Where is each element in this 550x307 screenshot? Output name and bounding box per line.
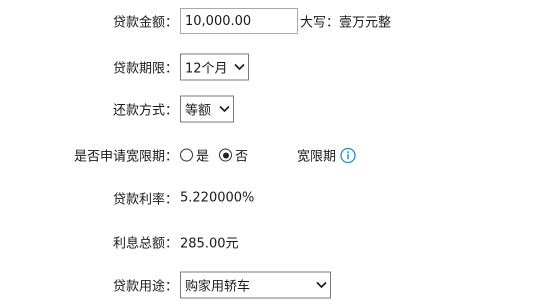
loan-purpose-select[interactable]: 购家用轿车 [180, 271, 331, 299]
grace-period-no-label: 否 [235, 149, 249, 165]
grace-period-info-label: 宽限期 [297, 149, 337, 165]
loan-amount-row: 贷款金额： 大写：壹万元整 [0, 7, 550, 35]
repayment-method-label: 还款方式： [112, 103, 178, 119]
loan-purpose-value: 购家用轿车 [185, 279, 251, 295]
radio-unchecked-icon [180, 148, 193, 162]
repayment-method-row: 还款方式： 等额 [0, 95, 550, 123]
grace-period-label: 是否申请宽限期： [73, 149, 178, 165]
total-interest-value: 285.00元 [180, 236, 239, 252]
interest-rate-label: 贷款利率： [112, 192, 178, 208]
loan-term-value: 12个月 [185, 61, 228, 77]
loan-amount-label: 贷款金额： [112, 15, 178, 31]
radio-checked-icon [219, 148, 233, 162]
grace-period-no-radio[interactable]: 否 [219, 146, 248, 165]
grace-period-info: 宽限期 [297, 146, 356, 165]
loan-purpose-row: 贷款用途： 购家用轿车 [0, 271, 550, 299]
info-icon[interactable] [340, 147, 356, 163]
grace-period-yes-label: 是 [196, 149, 210, 165]
loan-amount-input[interactable] [180, 8, 298, 34]
loan-term-select[interactable]: 12个月 [180, 53, 249, 81]
total-interest-label: 利息总额： [112, 236, 178, 252]
chevron-down-icon [310, 281, 327, 289]
loan-term-label: 贷款期限： [112, 61, 178, 77]
loan-purpose-label: 贷款用途： [112, 279, 178, 295]
repayment-method-value: 等额 [185, 103, 212, 119]
interest-rate-value: 5.220000% [180, 190, 255, 206]
chevron-down-icon [228, 63, 245, 71]
grace-period-radio-group: 是 否 [180, 146, 258, 165]
interest-rate-row: 贷款利率： 5.220000% [0, 184, 550, 212]
repayment-method-select[interactable]: 等额 [180, 95, 234, 123]
grace-period-row: 是否申请宽限期： 是 否 宽限期 [0, 141, 550, 169]
loan-term-row: 贷款期限： 12个月 [0, 53, 550, 81]
grace-period-yes-radio[interactable]: 是 [180, 146, 209, 165]
total-interest-row: 利息总额： 285.00元 [0, 228, 550, 256]
chevron-down-icon [213, 105, 230, 113]
loan-amount-uppercase: 大写：壹万元整 [300, 15, 392, 31]
